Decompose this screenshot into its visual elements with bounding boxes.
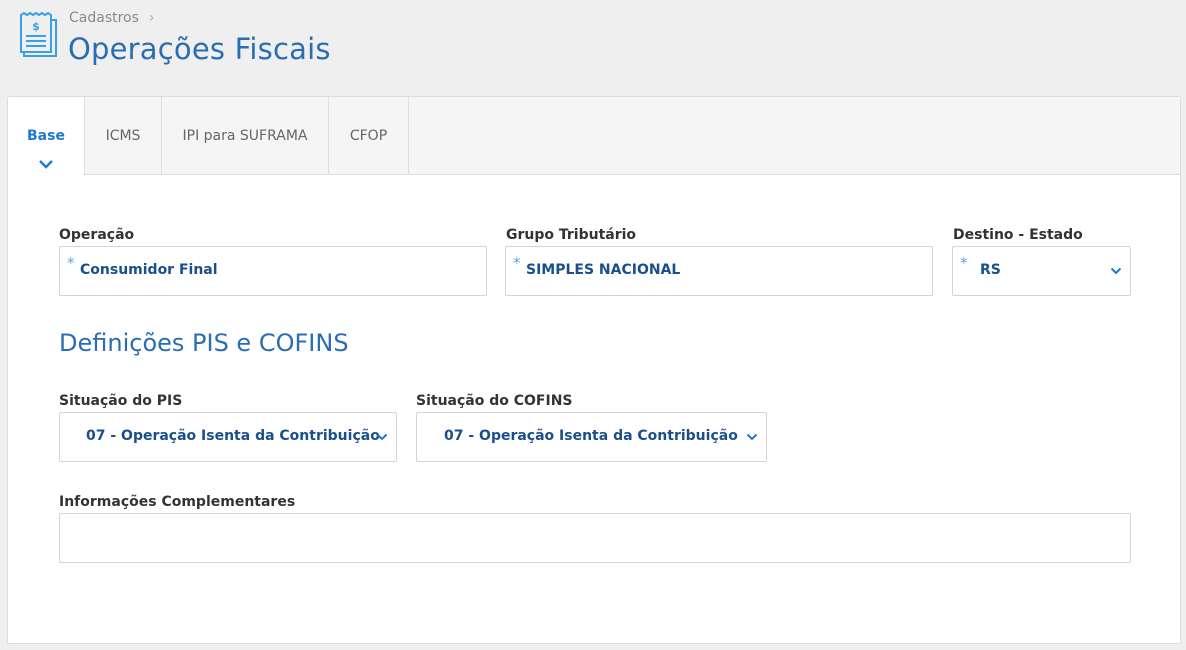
svg-text:$: $: [32, 20, 40, 33]
breadcrumb: Cadastros ›: [69, 10, 155, 26]
pis-select[interactable]: 07 - Operação Isenta da Contribuição: [59, 412, 397, 462]
cofins-label: Situação do COFINS: [416, 393, 573, 409]
tab-cfop-label: CFOP: [349, 128, 388, 144]
chevron-down-icon: [376, 433, 388, 441]
form-card: Base ICMS IPI para SUFRAMA CFOP Operação…: [7, 96, 1181, 644]
section-title-pis-cofins: Definições PIS e COFINS: [59, 329, 349, 357]
destino-select[interactable]: * RS: [952, 246, 1131, 296]
tab-ipi-label: IPI para SUFRAMA: [182, 128, 308, 144]
destino-value: RS: [980, 262, 1001, 278]
info-label: Informações Complementares: [59, 494, 296, 510]
required-marker: *: [67, 254, 75, 272]
operacao-label: Operação: [59, 227, 135, 243]
chevron-down-icon: [1110, 267, 1122, 275]
chevron-down-icon: [746, 433, 758, 441]
required-marker: *: [513, 254, 521, 272]
tab-base[interactable]: Base: [8, 97, 85, 176]
tab-bar: Base ICMS IPI para SUFRAMA CFOP: [8, 97, 1180, 176]
destino-label: Destino - Estado: [953, 227, 1083, 243]
required-marker: *: [960, 254, 968, 272]
tab-cfop[interactable]: CFOP: [329, 97, 409, 175]
grupo-value: SIMPLES NACIONAL: [526, 262, 681, 278]
info-input[interactable]: [59, 513, 1131, 563]
tab-icms[interactable]: ICMS: [85, 97, 162, 175]
cofins-select[interactable]: 07 - Operação Isenta da Contribuição: [416, 412, 767, 462]
cofins-value: 07 - Operação Isenta da Contribuição: [444, 428, 738, 444]
operacao-value: Consumidor Final: [80, 262, 218, 278]
grupo-input[interactable]: * SIMPLES NACIONAL: [505, 246, 933, 296]
breadcrumb-separator-icon: ›: [148, 10, 155, 26]
pis-label: Situação do PIS: [59, 393, 183, 409]
breadcrumb-item-cadastros[interactable]: Cadastros: [69, 10, 139, 26]
page-header: $ Cadastros › Operações Fiscais: [0, 0, 1186, 96]
tab-icms-label: ICMS: [105, 128, 141, 144]
operacao-input[interactable]: * Consumidor Final: [59, 246, 487, 296]
receipt-dollar-icon: $: [20, 12, 57, 57]
chevron-down-icon: [39, 160, 53, 169]
tab-ipi-suframa[interactable]: IPI para SUFRAMA: [162, 97, 329, 175]
pis-value: 07 - Operação Isenta da Contribuição: [86, 428, 380, 444]
page-title: Operações Fiscais: [68, 32, 331, 66]
grupo-label: Grupo Tributário: [506, 227, 637, 243]
